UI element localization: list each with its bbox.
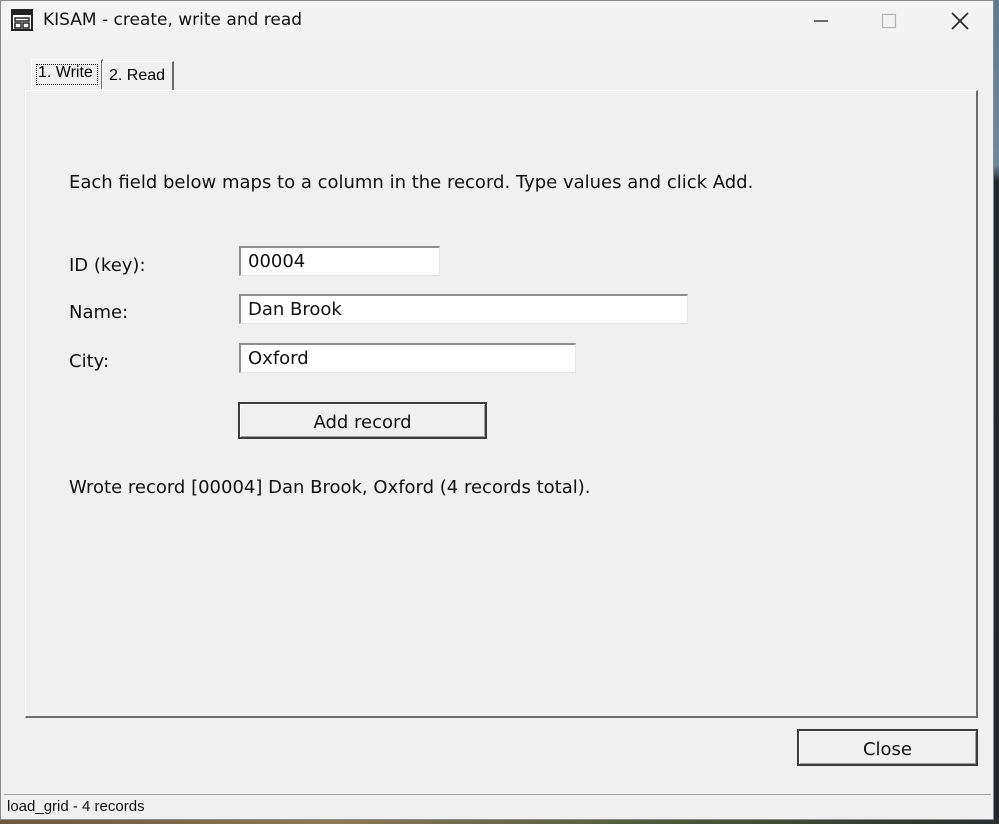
close-button[interactable]: Close <box>797 729 978 766</box>
close-icon <box>951 11 969 30</box>
desktop-background-bottom <box>0 820 999 824</box>
tab-write-label: 1. Write <box>38 64 93 81</box>
id-input[interactable]: 00004 <box>239 246 440 276</box>
write-tab-panel: Each field below maps to a column in the… <box>25 90 978 718</box>
desktop-background <box>994 0 999 824</box>
maximize-button[interactable] <box>859 1 919 40</box>
name-label: Name: <box>69 302 129 323</box>
instructions-text: Each field below maps to a column in the… <box>69 172 754 193</box>
tab-read-label: 2. Read <box>109 67 166 84</box>
app-window: KISAM - create, write and read 1. Write … <box>0 0 994 820</box>
id-label: ID (key): <box>69 255 146 276</box>
write-status-message: Wrote record [00004] Dan Brook, Oxford (… <box>69 477 591 498</box>
title-bar[interactable]: KISAM - create, write and read <box>1 1 993 40</box>
name-input[interactable]: Dan Brook <box>239 294 688 324</box>
tab-write[interactable]: 1. Write <box>31 59 103 89</box>
tab-read[interactable]: 2. Read <box>102 61 174 91</box>
maximize-icon <box>881 13 897 28</box>
city-input[interactable]: Oxford <box>239 343 576 373</box>
window-title: KISAM - create, write and read <box>43 10 303 30</box>
city-label: City: <box>69 351 110 372</box>
add-record-button[interactable]: Add record <box>238 402 487 439</box>
minimize-icon <box>814 19 828 22</box>
close-window-button[interactable] <box>930 1 990 40</box>
form-window-icon <box>11 9 33 31</box>
status-bar: load_grid - 4 records <box>4 794 991 818</box>
minimize-button[interactable] <box>791 1 851 40</box>
